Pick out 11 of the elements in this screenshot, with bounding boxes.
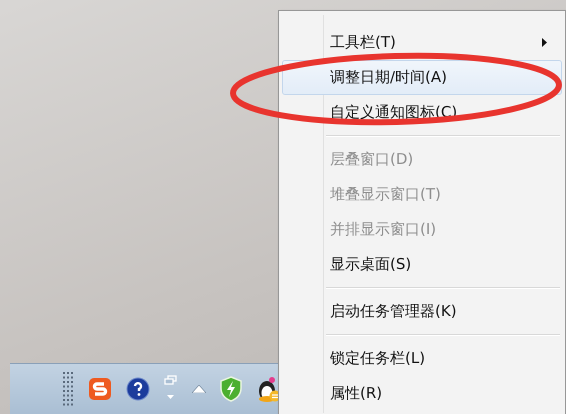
menu-item[interactable]: 显示桌面(S) [282,247,562,282]
menu-item[interactable]: 调整日期/时间(A) [282,60,562,95]
menu-item[interactable]: 工具栏(T) [282,25,562,60]
menu-item[interactable]: 属性(R) [282,376,562,411]
grip-icon[interactable] [62,371,74,407]
help-icon[interactable] [126,377,150,401]
up-arrow-icon[interactable] [192,385,206,393]
menu-item[interactable]: 锁定任务栏(L) [282,341,562,376]
s-logo-icon[interactable] [88,377,112,401]
menu-item[interactable]: 启动任务管理器(K) [282,294,562,329]
shield-icon[interactable] [220,376,242,402]
